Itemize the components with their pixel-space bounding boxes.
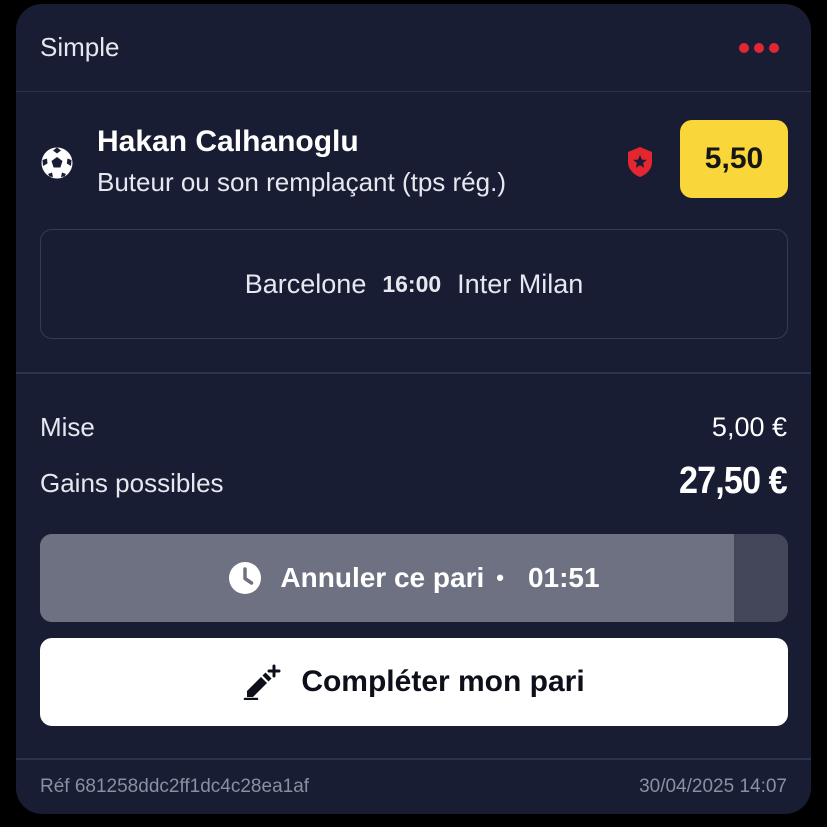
dot bbox=[754, 43, 764, 53]
away-team: Inter Milan bbox=[457, 268, 584, 299]
gains-value: 27,50 € bbox=[679, 460, 788, 502]
cancel-countdown: 01:51 bbox=[527, 562, 600, 593]
card-header: Simple bbox=[16, 4, 811, 92]
cancel-bet-content: Annuler ce pari • 01:51 bbox=[40, 534, 788, 622]
bet-type-title: Simple bbox=[40, 32, 120, 62]
match-time: 16:00 bbox=[382, 270, 442, 297]
footer-divider bbox=[16, 758, 811, 760]
gains-label: Gains possibles bbox=[40, 468, 224, 498]
more-dots-icon[interactable] bbox=[739, 38, 779, 58]
stake-value: 5,00 € bbox=[711, 412, 787, 442]
complete-bet-button[interactable]: Compléter mon pari bbox=[40, 638, 788, 726]
home-team: Barcelone bbox=[244, 268, 367, 299]
dot bbox=[769, 43, 779, 53]
match-info[interactable]: Barcelone 16:00 Inter Milan bbox=[40, 229, 788, 339]
player-name: Hakan Calhanoglu bbox=[97, 125, 359, 158]
soccer-ball-icon bbox=[41, 147, 73, 179]
dot bbox=[739, 43, 749, 53]
stake-label: Mise bbox=[40, 412, 95, 442]
odds-button[interactable]: 5,50 bbox=[680, 120, 788, 198]
bet-datetime: 30/04/2025 14:07 bbox=[639, 776, 787, 797]
cancel-bet-button[interactable]: Annuler ce pari • 01:51 bbox=[40, 534, 788, 622]
pencil-plus-icon bbox=[244, 664, 281, 700]
bet-reference: Réf 681258ddc2ff1dc4c28ea1af bbox=[40, 776, 310, 797]
clock-icon bbox=[229, 562, 262, 594]
cancel-separator: • bbox=[496, 565, 504, 590]
bet-card: Simple Hakan Calhanoglu Buteur ou son re… bbox=[16, 4, 811, 814]
market-name: Buteur ou son remplaçant (tps rég.) bbox=[97, 167, 506, 197]
complete-bet-label: Compléter mon pari bbox=[301, 665, 585, 698]
section-divider bbox=[16, 372, 811, 374]
shield-star-icon bbox=[628, 147, 652, 177]
cancel-bet-label: Annuler ce pari bbox=[280, 562, 485, 593]
